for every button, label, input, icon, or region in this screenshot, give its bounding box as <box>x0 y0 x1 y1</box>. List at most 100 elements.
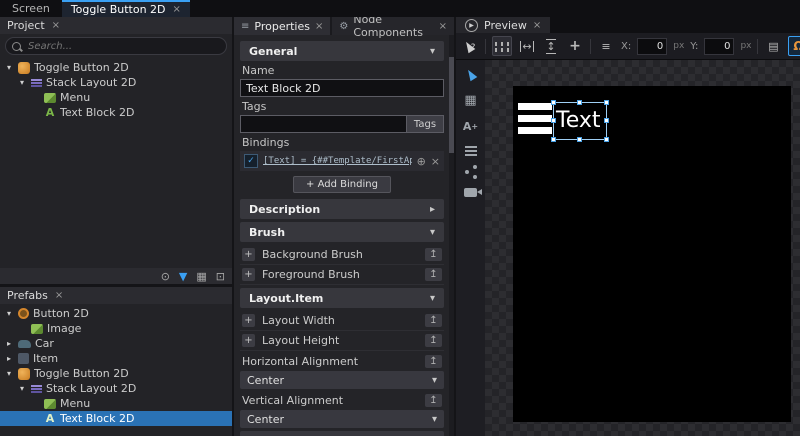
close-icon[interactable]: × <box>533 20 541 31</box>
tree-item[interactable]: ▾ Button 2D <box>0 306 232 321</box>
prefabs-panel-header[interactable]: Prefabs × <box>0 287 232 304</box>
log-panel-icon[interactable]: ▤ <box>764 37 782 55</box>
close-icon[interactable]: × <box>439 21 447 32</box>
section-description[interactable]: Description ▸ <box>240 199 444 219</box>
section-general[interactable]: General ▾ <box>240 41 444 61</box>
close-icon[interactable]: × <box>52 20 60 31</box>
snap-magnet-icon[interactable]: Ω <box>788 36 800 56</box>
binding-enabled-checkbox[interactable]: ✓ <box>244 154 258 168</box>
align-icon[interactable]: ≡ <box>597 37 615 55</box>
tree-item[interactable]: ▾ Toggle Button 2D <box>0 366 232 381</box>
preview-canvas[interactable]: Text <box>485 60 800 436</box>
add-property-icon[interactable]: + <box>242 268 255 281</box>
tree-item[interactable]: ▾ Toggle Button 2D <box>0 60 232 75</box>
center-view-icon[interactable]: + <box>566 37 584 55</box>
tree-item-label: Stack Layout 2D <box>46 76 136 89</box>
section-title: Brush <box>249 226 285 239</box>
add-property-icon[interactable]: + <box>242 314 255 327</box>
push-value-icon[interactable]: ↥ <box>425 334 442 347</box>
search-input[interactable] <box>26 40 220 53</box>
tab-preview[interactable]: ▶ Preview × <box>456 17 550 33</box>
close-icon[interactable]: × <box>173 4 181 15</box>
expand-icon[interactable]: ▸ <box>4 339 14 348</box>
tree-item[interactable]: ▾ Stack Layout 2D <box>0 75 232 90</box>
inspect-node-icon[interactable]: ? <box>461 37 479 55</box>
tab-node-components[interactable]: ⚙ Node Components × <box>332 17 454 35</box>
section-layout-item[interactable]: Layout.Item ▾ <box>240 288 444 308</box>
tags-field[interactable] <box>240 115 406 133</box>
push-value-icon[interactable]: ↥ <box>425 268 442 281</box>
tab-screen[interactable]: Screen <box>0 0 62 17</box>
tree-item[interactable]: ▸ Item <box>0 351 232 366</box>
text-tool-icon[interactable]: A+ <box>463 121 478 132</box>
tab-properties[interactable]: ≡ Properties × <box>234 17 330 35</box>
tags-button[interactable]: Tags <box>406 115 444 133</box>
resize-handle[interactable] <box>551 137 556 142</box>
collapse-icon[interactable]: ▾ <box>4 369 14 378</box>
fit-view-icon[interactable]: ⊡ <box>216 271 225 282</box>
y-coordinate-input[interactable] <box>704 38 734 55</box>
push-value-icon[interactable]: ↥ <box>425 248 442 261</box>
preview-panel: ▶ Preview × ? ↔ ↕ + ≡ X: <box>456 17 800 436</box>
close-icon[interactable]: × <box>55 290 63 301</box>
text-block-content[interactable]: Text <box>554 110 601 132</box>
fit-width-icon[interactable]: ↔ <box>518 37 536 55</box>
tiles-icon <box>495 42 497 46</box>
menu-image-node[interactable] <box>518 103 552 139</box>
tree-item[interactable]: A Text Block 2D <box>0 105 232 120</box>
tree-item-selected[interactable]: A Text Block 2D <box>0 411 232 426</box>
push-value-icon[interactable]: ↥ <box>425 355 442 368</box>
scrollbar-thumb[interactable] <box>449 57 454 153</box>
collapse-icon[interactable]: ▾ <box>4 309 14 318</box>
expand-icon[interactable]: ▸ <box>4 354 14 363</box>
preview-screen[interactable]: Text <box>513 86 791 422</box>
push-value-icon[interactable]: ↥ <box>425 314 442 327</box>
binding-target-icon[interactable]: ⊕ <box>417 155 426 168</box>
section-node[interactable]: Node ▾ <box>240 431 444 436</box>
resize-handle[interactable] <box>577 100 582 105</box>
project-panel-header[interactable]: Project × <box>0 17 232 34</box>
tile-grid-icon[interactable] <box>492 36 512 56</box>
filter-icon[interactable]: ▼ <box>179 271 187 282</box>
properties-scrollbar[interactable] <box>449 35 454 436</box>
close-icon[interactable]: × <box>315 21 323 32</box>
resize-handle[interactable] <box>551 100 556 105</box>
resize-handle[interactable] <box>551 118 556 123</box>
tree-item[interactable]: ▸ Car <box>0 336 232 351</box>
add-binding-button[interactable]: + Add Binding <box>293 176 391 193</box>
add-property-icon[interactable]: + <box>242 334 255 347</box>
cursor-icon <box>464 68 477 82</box>
visibility-eye-icon[interactable]: ⊙ <box>161 271 170 282</box>
vertical-alignment-select[interactable]: Center ▾ <box>240 410 444 428</box>
resize-handle[interactable] <box>604 118 609 123</box>
camera-tool-icon[interactable] <box>464 188 477 197</box>
tree-item[interactable]: ▾ Stack Layout 2D <box>0 381 232 396</box>
collapse-icon[interactable]: ▾ <box>4 63 14 72</box>
select-tool-icon[interactable] <box>467 69 475 80</box>
horizontal-alignment-select[interactable]: Center ▾ <box>240 371 444 389</box>
collapse-icon[interactable]: ▾ <box>17 384 27 393</box>
push-value-icon[interactable]: ↥ <box>425 394 442 407</box>
x-coordinate-input[interactable] <box>637 38 667 55</box>
tree-item[interactable]: Image <box>0 321 232 336</box>
add-property-icon[interactable]: + <box>242 248 255 261</box>
tab-toggle-button-2d[interactable]: Toggle Button 2D × <box>62 0 190 17</box>
binding-row[interactable]: ✓ [Text] = {##Template/FirstAp ⊕ × <box>240 151 444 171</box>
tree-item[interactable]: Menu <box>0 90 232 105</box>
layers-tool-icon[interactable] <box>465 146 477 156</box>
remove-binding-icon[interactable]: × <box>431 155 440 168</box>
fit-height-icon[interactable]: ↕ <box>542 37 560 55</box>
tree-item[interactable]: Menu <box>0 396 232 411</box>
node-graph-tool-icon[interactable] <box>465 170 477 174</box>
grid-view-icon[interactable]: ▦ <box>196 271 206 282</box>
collapse-icon[interactable]: ▾ <box>17 78 27 87</box>
grid-tool-icon[interactable]: ▦ <box>464 94 476 107</box>
name-field[interactable] <box>240 79 444 97</box>
section-brush[interactable]: Brush ▾ <box>240 222 444 242</box>
resize-handle[interactable] <box>577 137 582 142</box>
search-box[interactable] <box>5 37 227 55</box>
selected-node-bounds[interactable]: Text <box>553 102 607 140</box>
resize-handle[interactable] <box>604 137 609 142</box>
binding-expression[interactable]: [Text] = {##Template/FirstAp <box>263 156 412 166</box>
resize-handle[interactable] <box>604 100 609 105</box>
